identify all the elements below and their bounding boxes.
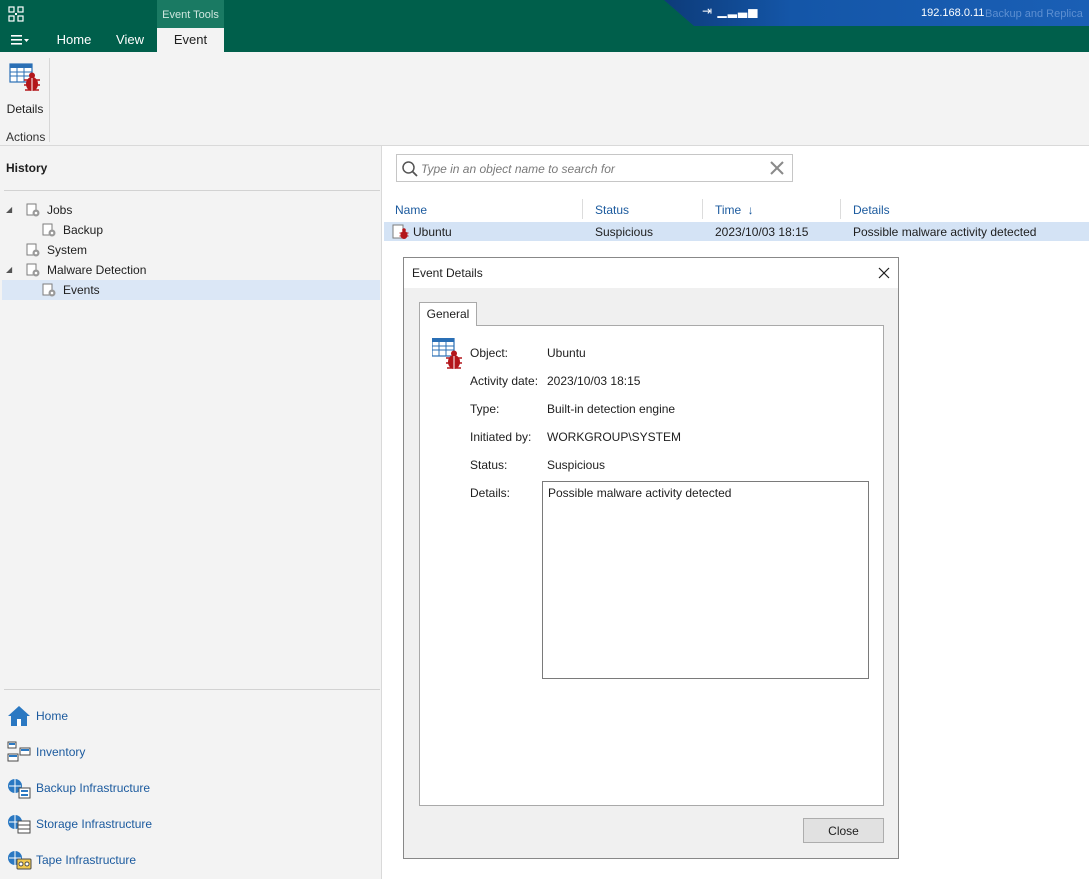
- column-separator[interactable]: [840, 199, 841, 219]
- title-bar: Event Tools Home View Event ⇥ ▁▂▃▅ 192.1…: [0, 0, 1089, 52]
- close-icon[interactable]: [874, 263, 894, 283]
- tree-item-jobs[interactable]: ◢ Jobs: [0, 200, 380, 220]
- tree-item-label: System: [47, 243, 88, 257]
- cell-name: Ubuntu: [413, 225, 452, 239]
- tree-item-label: Jobs: [47, 203, 73, 217]
- history-node-icon: [26, 263, 40, 277]
- navigation-pane: History ◢ Jobs Backup System ◢ Malware D…: [0, 146, 382, 879]
- dialog-title: Event Details: [412, 266, 483, 280]
- column-header-details[interactable]: Details: [853, 203, 890, 218]
- malware-event-icon: [392, 224, 409, 239]
- column-separator[interactable]: [702, 199, 703, 219]
- inventory-icon: [7, 741, 31, 762]
- nav-label: Inventory: [36, 745, 86, 759]
- object-value: Ubuntu: [547, 346, 586, 360]
- history-node-icon: [26, 203, 40, 217]
- tree-item-malware-detection[interactable]: ◢ Malware Detection: [0, 260, 380, 280]
- initiated-by-label: Initiated by:: [470, 430, 532, 444]
- pane-title: History: [6, 161, 48, 175]
- cell-status: Suspicious: [595, 225, 654, 239]
- details-button[interactable]: Details: [4, 60, 46, 116]
- column-header-time[interactable]: Time ↓: [715, 203, 754, 218]
- tree-item-system[interactable]: System: [0, 240, 380, 260]
- divider: [4, 190, 380, 191]
- tree-item-label: Backup: [63, 223, 104, 237]
- type-label: Type:: [470, 402, 500, 416]
- nav-label: Home: [36, 709, 69, 723]
- backup-infrastructure-icon: [8, 779, 31, 799]
- close-button[interactable]: Close: [803, 818, 884, 843]
- details-label: Details:: [470, 486, 511, 500]
- tape-infrastructure-icon: [8, 851, 32, 870]
- expand-arrow-icon[interactable]: ◢: [6, 260, 12, 280]
- event-details-icon: [9, 63, 40, 91]
- divider: [4, 689, 380, 690]
- ribbon: Details Actions: [0, 52, 1089, 146]
- tab-home[interactable]: Home: [49, 28, 99, 52]
- nav-storage-infrastructure[interactable]: Storage Infrastructure: [6, 810, 376, 838]
- app-name: Backup and Replica: [985, 8, 1083, 20]
- nav-label: Tape Infrastructure: [36, 853, 137, 867]
- expand-arrow-icon[interactable]: ◢: [6, 200, 12, 220]
- event-details-dialog: Event Details General Object: Ubuntu Act…: [403, 257, 899, 859]
- server-ip: 192.168.0.11: [921, 7, 985, 19]
- tab-general[interactable]: General: [419, 302, 477, 326]
- home-icon: [8, 706, 30, 726]
- status-value: Suspicious: [547, 458, 606, 472]
- ribbon-separator: [49, 58, 50, 142]
- app-logo-icon[interactable]: [8, 6, 24, 22]
- object-label: Object:: [470, 346, 509, 360]
- details-button-label: Details: [6, 102, 44, 116]
- type-value: Built-in detection engine: [547, 402, 676, 416]
- tree-item-label: Events: [63, 283, 100, 297]
- cell-details: Possible malware activity detected: [853, 225, 1037, 239]
- tree-item-label: Malware Detection: [47, 263, 147, 277]
- activity-date-label: Activity date:: [470, 374, 539, 388]
- activity-date-value: 2023/10/03 18:15: [547, 374, 641, 388]
- search-box: [396, 154, 793, 182]
- history-node-icon: [26, 243, 40, 257]
- dialog-title-bar[interactable]: Event Details: [404, 258, 898, 288]
- cell-time: 2023/10/03 18:15: [715, 225, 809, 239]
- general-tab-panel: Object: Ubuntu Activity date: 2023/10/03…: [419, 325, 884, 806]
- nav-label: Backup Infrastructure: [36, 781, 151, 795]
- search-input[interactable]: [421, 160, 761, 178]
- tree-item-backup[interactable]: Backup: [0, 220, 380, 240]
- details-textarea[interactable]: Possible malware activity detected: [542, 481, 869, 679]
- connection-status-icon: ⇥ ▁▂▃▅: [702, 4, 759, 18]
- search-icon: [402, 161, 418, 177]
- column-separator[interactable]: [582, 199, 583, 219]
- initiated-by-value: WORKGROUP\SYSTEM: [547, 430, 682, 444]
- sort-descending-icon: ↓: [747, 203, 754, 217]
- tab-view[interactable]: View: [110, 28, 150, 52]
- history-node-icon: [42, 223, 56, 237]
- column-header-name[interactable]: Name: [395, 203, 427, 218]
- nav-inventory[interactable]: Inventory: [6, 738, 376, 766]
- nav-label: Storage Infrastructure: [36, 817, 153, 831]
- tree-item-events[interactable]: Events: [2, 280, 380, 300]
- tab-event[interactable]: Event: [157, 28, 224, 52]
- nav-home[interactable]: Home: [6, 702, 376, 730]
- context-tab-group-label: Event Tools: [162, 9, 219, 21]
- nav-tape-infrastructure[interactable]: Tape Infrastructure: [6, 846, 376, 874]
- column-header-status[interactable]: Status: [595, 203, 629, 218]
- status-label: Status:: [470, 458, 508, 472]
- nav-backup-infrastructure[interactable]: Backup Infrastructure: [6, 774, 376, 802]
- column-header-label: Time: [715, 203, 742, 217]
- clear-search-icon[interactable]: [768, 159, 786, 177]
- main-menu-button[interactable]: [9, 33, 31, 47]
- history-node-icon: [42, 283, 56, 297]
- ribbon-group-actions: Actions: [6, 130, 46, 144]
- storage-infrastructure-icon: [8, 815, 31, 834]
- malware-object-icon: [432, 338, 462, 369]
